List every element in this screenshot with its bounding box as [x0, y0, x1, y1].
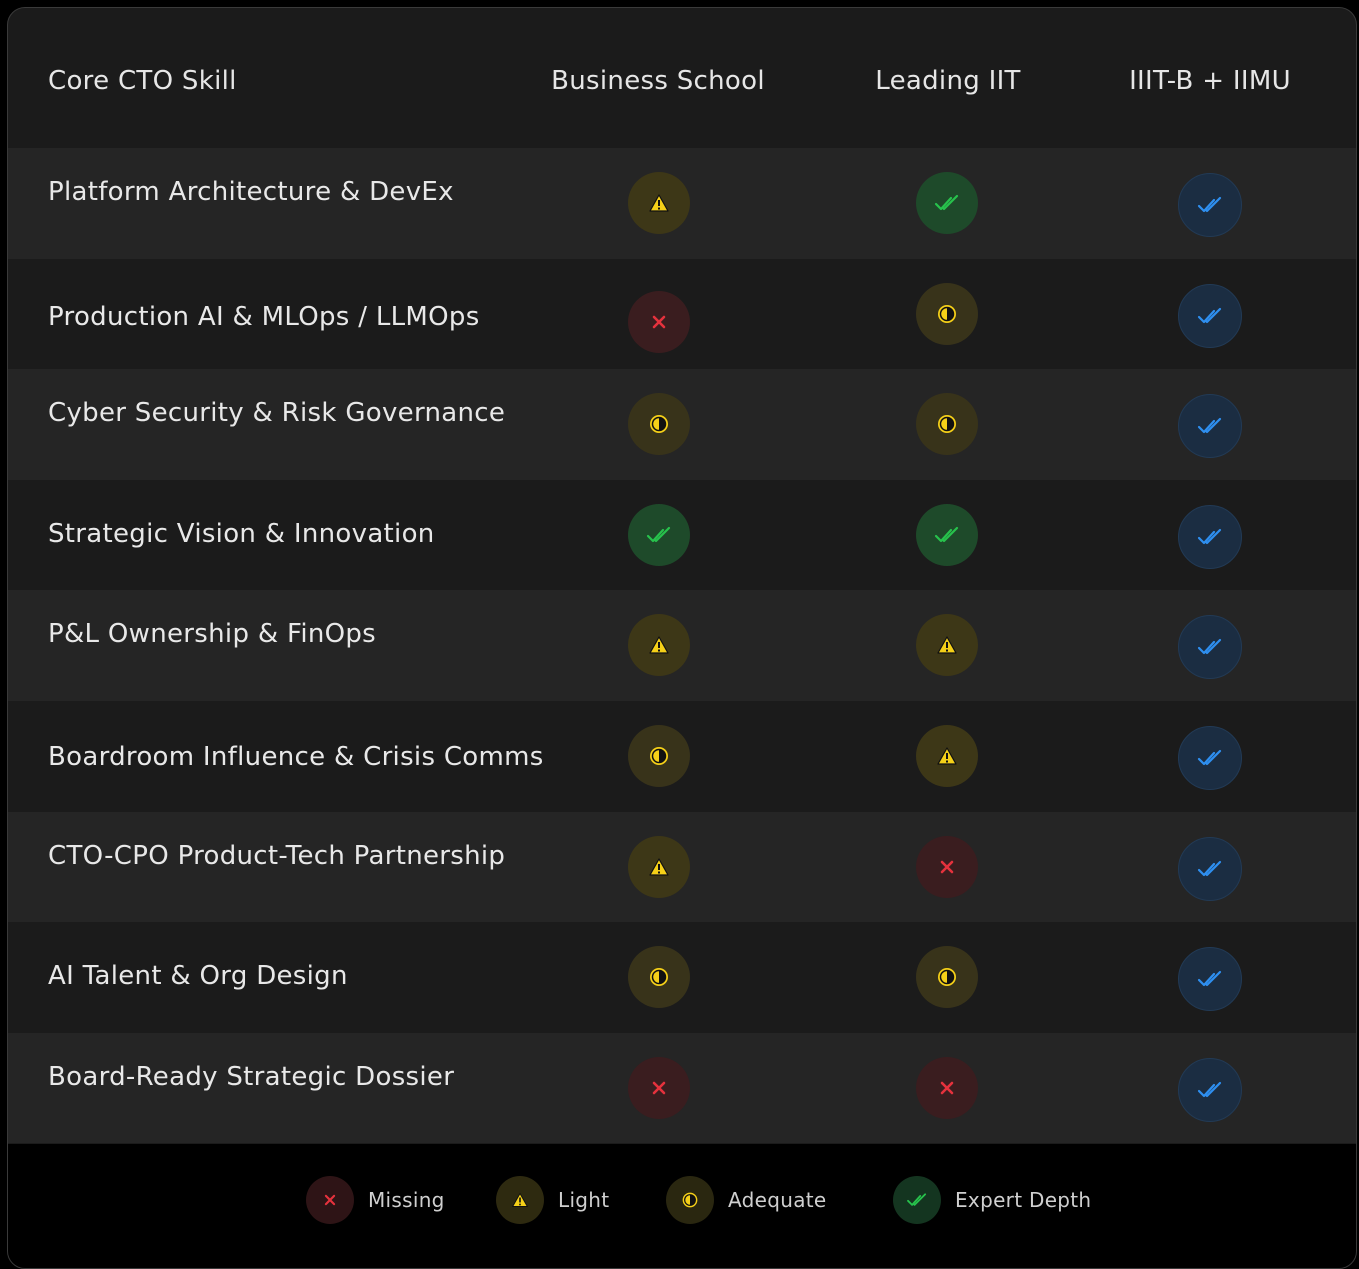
double-check-icon [916, 503, 978, 566]
skill-label: AI Talent & Org Design [48, 961, 348, 992]
half-circle-icon [628, 393, 690, 456]
skill-label: Strategic Vision & Innovation [48, 518, 435, 549]
legend-item-adequate: Adequate [666, 1176, 827, 1224]
skill-label: Production AI & MLOps / LLMOps [48, 301, 480, 332]
double-check-icon [1178, 173, 1242, 237]
skill-label: Board-Ready Strategic Dossier [48, 1061, 455, 1092]
warning-icon [916, 614, 978, 677]
table-row: Production AI & MLOps / LLMOps [8, 258, 1356, 370]
skill-label: Cyber Security & Risk Governance [48, 398, 506, 429]
table-row: Boardroom Influence & Crisis Comms [8, 700, 1356, 812]
legend-label-adequate: Adequate [728, 1188, 827, 1212]
double-check-icon [916, 172, 978, 234]
warning-icon [496, 1176, 544, 1224]
warning-icon [628, 172, 690, 234]
double-check-icon [1178, 615, 1242, 680]
double-check-icon [893, 1176, 941, 1224]
table-row: Cyber Security & Risk Governance [8, 369, 1356, 480]
table-row: AI Talent & Org Design [8, 922, 1356, 1033]
double-check-icon [1178, 283, 1242, 348]
skill-label: P&L Ownership & FinOps [48, 619, 377, 650]
double-check-icon [1178, 725, 1242, 790]
legend-item-missing: Missing [306, 1176, 445, 1224]
legend-item-expert: Expert Depth [893, 1176, 1091, 1224]
half-circle-icon [916, 393, 978, 456]
double-check-icon [1178, 394, 1242, 459]
double-check-icon [628, 503, 690, 566]
half-circle-icon [628, 724, 690, 787]
skill-label: Platform Architecture & DevEx [48, 177, 454, 207]
warning-icon [628, 835, 690, 898]
x-icon [916, 1056, 978, 1119]
x-icon [306, 1176, 354, 1224]
table-body: Platform Architecture & DevEx Production … [8, 148, 1356, 1144]
header-business-school: Business School [551, 66, 765, 96]
legend-label-light: Light [558, 1188, 610, 1212]
table-row: Strategic Vision & Innovation [8, 479, 1356, 591]
double-check-icon [1178, 504, 1242, 569]
half-circle-icon [916, 282, 978, 345]
warning-icon [628, 614, 690, 677]
x-icon [916, 835, 978, 898]
double-check-icon [1178, 1057, 1242, 1122]
header-leading-iit: Leading IIT [875, 66, 1021, 96]
skill-label: CTO-CPO Product-Tech Partnership [48, 840, 506, 871]
x-icon [628, 1056, 690, 1119]
table-row: CTO-CPO Product-Tech Partnership [8, 811, 1356, 923]
half-circle-icon [628, 946, 690, 1009]
half-circle-icon [916, 946, 978, 1009]
legend-label-expert: Expert Depth [955, 1188, 1092, 1212]
legend-label-missing: Missing [368, 1188, 445, 1212]
table-row: P&L Ownership & FinOps [8, 590, 1356, 701]
header-iiitb-iimu: IIIT-B + IIMU [1129, 66, 1291, 96]
legend-item-light: Light [496, 1176, 609, 1224]
table-header: Core CTO Skill Business School Leading I… [8, 8, 1356, 148]
table-row: Platform Architecture & DevEx [8, 148, 1356, 259]
double-check-icon [1178, 836, 1242, 901]
half-circle-icon [666, 1176, 714, 1224]
warning-icon [916, 724, 978, 787]
skill-label: Boardroom Influence & Crisis Comms [48, 741, 544, 772]
header-core-cto-skill: Core CTO Skill [48, 66, 237, 96]
comparison-card: Core CTO Skill Business School Leading I… [7, 7, 1357, 1269]
legend: Missing Light Adequate Expert Depth [8, 1144, 1356, 1268]
table-row: Board-Ready Strategic Dossier [8, 1032, 1356, 1144]
double-check-icon [1178, 947, 1242, 1012]
x-icon [628, 290, 690, 353]
